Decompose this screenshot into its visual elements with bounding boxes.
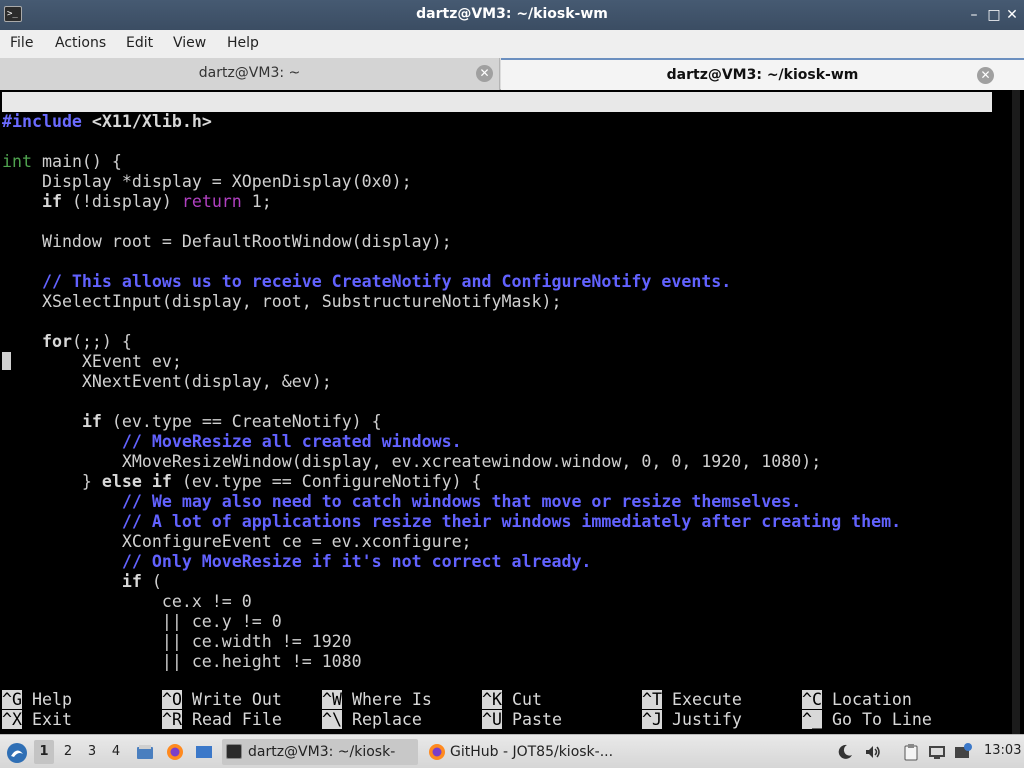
nano-header: GNU nano 5.6.1 kiosk-wm.c bbox=[2, 92, 992, 151]
tab-bar: dartz@VM3: ~ ✕ dartz@VM3: ~/kiosk-wm ✕ bbox=[0, 58, 1024, 90]
task-label: dartz@VM3: ~/kiosk-wm bbox=[248, 744, 396, 760]
code-line: XEvent ev; bbox=[2, 352, 182, 371]
clipboard-icon[interactable] bbox=[902, 743, 920, 761]
menu-bar: File Actions Edit View Help bbox=[0, 30, 1024, 58]
code-comment: // MoveResize all created windows. bbox=[2, 432, 462, 451]
code-line: } else if (ev.type == ConfigureNotify) { bbox=[2, 472, 482, 491]
code-line: || ce.y != 0 bbox=[2, 612, 282, 631]
shortcut-where-is[interactable]: ^W Where Is bbox=[322, 690, 432, 710]
text-cursor bbox=[2, 352, 11, 370]
task-label: GitHub - JOT85/kiosk-... bbox=[450, 744, 614, 760]
tab-close-icon[interactable]: ✕ bbox=[977, 67, 994, 84]
code-line: if ( bbox=[121, 572, 162, 591]
minimize-button[interactable]: – bbox=[964, 5, 984, 25]
taskbar: 1 2 3 4 dartz@VM3: ~/kiosk-wm GitHub - J… bbox=[0, 734, 1024, 768]
menu-file[interactable]: File bbox=[10, 35, 33, 51]
window-titlebar: >_ dartz@VM3: ~/kiosk-wm – □ ✕ bbox=[0, 0, 1024, 30]
workspace-1[interactable]: 1 bbox=[34, 740, 54, 764]
firefox-icon[interactable] bbox=[166, 743, 184, 761]
code-line: Display *display = XOpenDisplay(0x0); bbox=[2, 172, 412, 191]
file-manager-icon[interactable] bbox=[136, 743, 154, 761]
maximize-button[interactable]: □ bbox=[984, 5, 1004, 25]
workspace-2[interactable]: 2 bbox=[58, 740, 78, 764]
code-line: XConfigureEvent ce = ev.xconfigure; bbox=[2, 532, 472, 551]
clock[interactable]: 13:03 bbox=[984, 743, 1021, 758]
workspace-3[interactable]: 3 bbox=[82, 740, 102, 764]
volume-icon[interactable] bbox=[864, 743, 882, 761]
code-comment: // Only MoveResize if it's not correct a… bbox=[2, 552, 592, 571]
code-comment: // A lot of applications resize their wi… bbox=[2, 512, 902, 531]
terminal-view[interactable]: GNU nano 5.6.1 kiosk-wm.c #include <X11/… bbox=[0, 90, 1024, 734]
menu-view[interactable]: View bbox=[173, 35, 206, 51]
tab-label: dartz@VM3: ~/kiosk-wm bbox=[666, 67, 859, 83]
shortcut-justify[interactable]: ^J Justify bbox=[642, 710, 742, 730]
tab-label: dartz@VM3: ~ bbox=[198, 65, 301, 81]
menu-edit[interactable]: Edit bbox=[126, 35, 153, 51]
update-icon[interactable] bbox=[954, 743, 972, 761]
code-line: for(;;) { bbox=[41, 332, 132, 351]
close-button[interactable]: ✕ bbox=[1002, 5, 1022, 25]
code-line: XSelectInput(display, root, Substructure… bbox=[2, 292, 562, 311]
task-firefox[interactable]: GitHub - JOT85/kiosk-... bbox=[424, 739, 620, 765]
code-line: ce.x != 0 bbox=[2, 592, 252, 611]
shortcut-exit[interactable]: ^X Exit bbox=[2, 710, 72, 730]
shortcut-read-file[interactable]: ^R Read File bbox=[162, 710, 282, 730]
code-line: #include <X11/Xlib.h> bbox=[2, 112, 212, 131]
shortcut-cut[interactable]: ^K Cut bbox=[482, 690, 542, 710]
show-desktop-icon[interactable] bbox=[195, 743, 213, 761]
code-comment: // This allows us to receive CreateNotif… bbox=[2, 272, 732, 291]
code-line: if (ev.type == CreateNotify) { bbox=[81, 412, 382, 431]
terminal-icon bbox=[226, 744, 242, 759]
start-menu-icon[interactable] bbox=[6, 742, 28, 764]
shortcut-help[interactable]: ^G Help bbox=[2, 690, 72, 710]
code-line: int main() { bbox=[2, 152, 122, 171]
code-line: || ce.height != 1080 bbox=[2, 652, 362, 671]
menu-help[interactable]: Help bbox=[227, 35, 259, 51]
shortcut-write-out[interactable]: ^O Write Out bbox=[162, 690, 282, 710]
code-editor[interactable]: #include <X11/Xlib.h> int main() { Displ… bbox=[2, 112, 1002, 672]
shortcut-execute[interactable]: ^T Execute bbox=[642, 690, 742, 710]
code-line: Window root = DefaultRootWindow(display)… bbox=[2, 232, 452, 251]
code-line: || ce.width != 1920 bbox=[2, 632, 352, 651]
tab-home[interactable]: dartz@VM3: ~ ✕ bbox=[0, 58, 500, 90]
shortcut-location[interactable]: ^C Location bbox=[802, 690, 912, 710]
code-line: XMoveResizeWindow(display, ev.xcreatewin… bbox=[2, 452, 822, 471]
code-line: XNextEvent(display, &ev); bbox=[2, 372, 332, 391]
firefox-icon bbox=[428, 743, 446, 768]
tab-kiosk-wm[interactable]: dartz@VM3: ~/kiosk-wm ✕ bbox=[501, 58, 1024, 90]
window-title: dartz@VM3: ~/kiosk-wm bbox=[416, 6, 608, 22]
terminal-scrollbar[interactable] bbox=[1012, 90, 1020, 734]
code-comment: // We may also need to catch windows tha… bbox=[2, 492, 802, 511]
code-line: if (!display) return 1; bbox=[41, 192, 272, 211]
shortcut-replace[interactable]: ^\ Replace bbox=[322, 710, 422, 730]
task-terminal[interactable]: dartz@VM3: ~/kiosk-wm bbox=[222, 739, 418, 765]
menu-actions[interactable]: Actions bbox=[55, 35, 106, 51]
shortcut-go-to-line[interactable]: ^_ Go To Line bbox=[802, 710, 932, 730]
network-icon[interactable] bbox=[928, 743, 946, 761]
tab-close-icon[interactable]: ✕ bbox=[476, 65, 493, 82]
moon-icon[interactable] bbox=[836, 743, 854, 761]
workspace-4[interactable]: 4 bbox=[106, 740, 126, 764]
shortcut-paste[interactable]: ^U Paste bbox=[482, 710, 562, 730]
